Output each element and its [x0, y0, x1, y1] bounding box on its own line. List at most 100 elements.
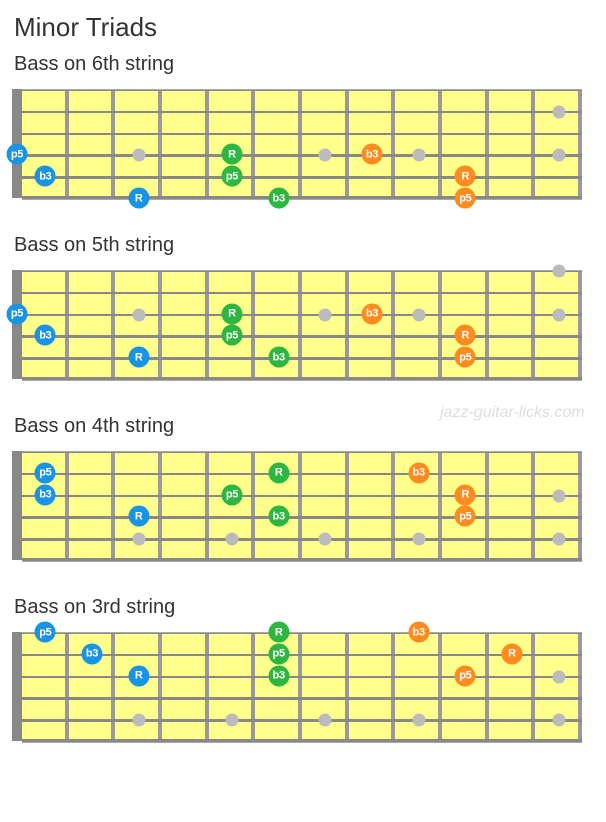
- fret-line: [438, 271, 442, 380]
- note-dot: p5: [7, 144, 28, 165]
- string-line: [22, 154, 582, 157]
- fretboard-surface: [22, 270, 582, 381]
- note-dot: R: [268, 622, 289, 643]
- note-dot: p5: [455, 506, 476, 527]
- fret-line: [391, 633, 395, 742]
- note-dot: R: [128, 188, 149, 209]
- fret-line: [111, 90, 115, 199]
- note-dot: b3: [35, 166, 56, 187]
- fret-line: [205, 633, 209, 742]
- fret-marker: [412, 308, 425, 321]
- string-line: [22, 516, 582, 519]
- fret-marker: [552, 489, 565, 502]
- string-line: [22, 538, 582, 541]
- fret-marker: [132, 533, 145, 546]
- fret-line: [158, 271, 162, 380]
- string-line: [22, 196, 582, 200]
- fret-marker: [132, 308, 145, 321]
- string-line: [22, 719, 582, 722]
- fret-line: [438, 633, 442, 742]
- fretboard: p5b3RRp5b3b3Rp5: [12, 625, 592, 753]
- note-dot: b3: [82, 643, 103, 664]
- fret-marker: [412, 149, 425, 162]
- string-line: [22, 654, 582, 656]
- string-line: [22, 271, 582, 272]
- diagram-subtitle: Bass on 4th string: [14, 415, 594, 438]
- fret-line: [438, 452, 442, 561]
- string-line: [22, 697, 582, 700]
- fret-line: [251, 452, 255, 561]
- fret-line: [391, 90, 395, 199]
- string-line: [22, 739, 582, 743]
- string-line: [22, 495, 582, 497]
- fret-marker: [319, 308, 332, 321]
- string-line: [22, 90, 582, 91]
- note-dot: b3: [268, 347, 289, 368]
- note-dot: R: [128, 506, 149, 527]
- fret-line: [578, 271, 582, 380]
- fret-line: [298, 271, 302, 380]
- fret-line: [531, 452, 535, 561]
- fret-marker: [552, 714, 565, 727]
- note-dot: b3: [408, 462, 429, 483]
- diagram-subtitle: Bass on 3rd string: [14, 596, 594, 619]
- fret-line: [205, 90, 209, 199]
- fret-line: [531, 90, 535, 199]
- diagram-subtitle: Bass on 5th string: [14, 234, 594, 257]
- fret-line: [158, 633, 162, 742]
- fret-line: [298, 90, 302, 199]
- fret-marker: [412, 714, 425, 727]
- fret-line: [485, 452, 489, 561]
- note-dot: b3: [35, 484, 56, 505]
- string-line: [22, 335, 582, 338]
- fret-line: [205, 271, 209, 380]
- string-line: [22, 558, 582, 562]
- fret-line: [111, 271, 115, 380]
- fret-line: [578, 633, 582, 742]
- fret-line: [65, 90, 69, 199]
- note-dot: b3: [268, 188, 289, 209]
- fret-marker: [552, 533, 565, 546]
- fret-line: [485, 633, 489, 742]
- note-dot: b3: [268, 665, 289, 686]
- note-dot: p5: [455, 347, 476, 368]
- string-line: [22, 133, 582, 135]
- fretboard-surface: [22, 451, 582, 562]
- string-line: [22, 676, 582, 678]
- fret-marker: [132, 714, 145, 727]
- fret-marker: [226, 533, 239, 546]
- string-line: [22, 111, 582, 113]
- fret-line: [298, 633, 302, 742]
- fret-line: [485, 90, 489, 199]
- note-dot: p5: [222, 166, 243, 187]
- nut: [12, 451, 22, 560]
- fret-line: [298, 452, 302, 561]
- fret-line: [531, 633, 535, 742]
- string-line: [22, 452, 582, 453]
- nut: [12, 632, 22, 741]
- string-line: [22, 633, 582, 634]
- fret-line: [111, 452, 115, 561]
- page-title: Minor Triads: [14, 12, 594, 43]
- fret-marker: [319, 149, 332, 162]
- fret-line: [205, 452, 209, 561]
- note-dot: p5: [222, 484, 243, 505]
- fret-line: [65, 633, 69, 742]
- fret-line: [345, 90, 349, 199]
- string-line: [22, 292, 582, 294]
- note-dot: p5: [35, 462, 56, 483]
- fret-line: [531, 271, 535, 380]
- fret-marker: [226, 714, 239, 727]
- note-dot: p5: [222, 325, 243, 346]
- fret-marker: [552, 265, 565, 278]
- fret-marker: [552, 670, 565, 683]
- fretboard: p5b3RRp5b3b3Rp5: [12, 82, 592, 210]
- note-dot: R: [455, 325, 476, 346]
- fret-line: [111, 633, 115, 742]
- fret-marker: [552, 105, 565, 118]
- nut: [12, 270, 22, 379]
- note-dot: R: [455, 484, 476, 505]
- fret-line: [158, 90, 162, 199]
- fret-line: [251, 633, 255, 742]
- string-line: [22, 473, 582, 475]
